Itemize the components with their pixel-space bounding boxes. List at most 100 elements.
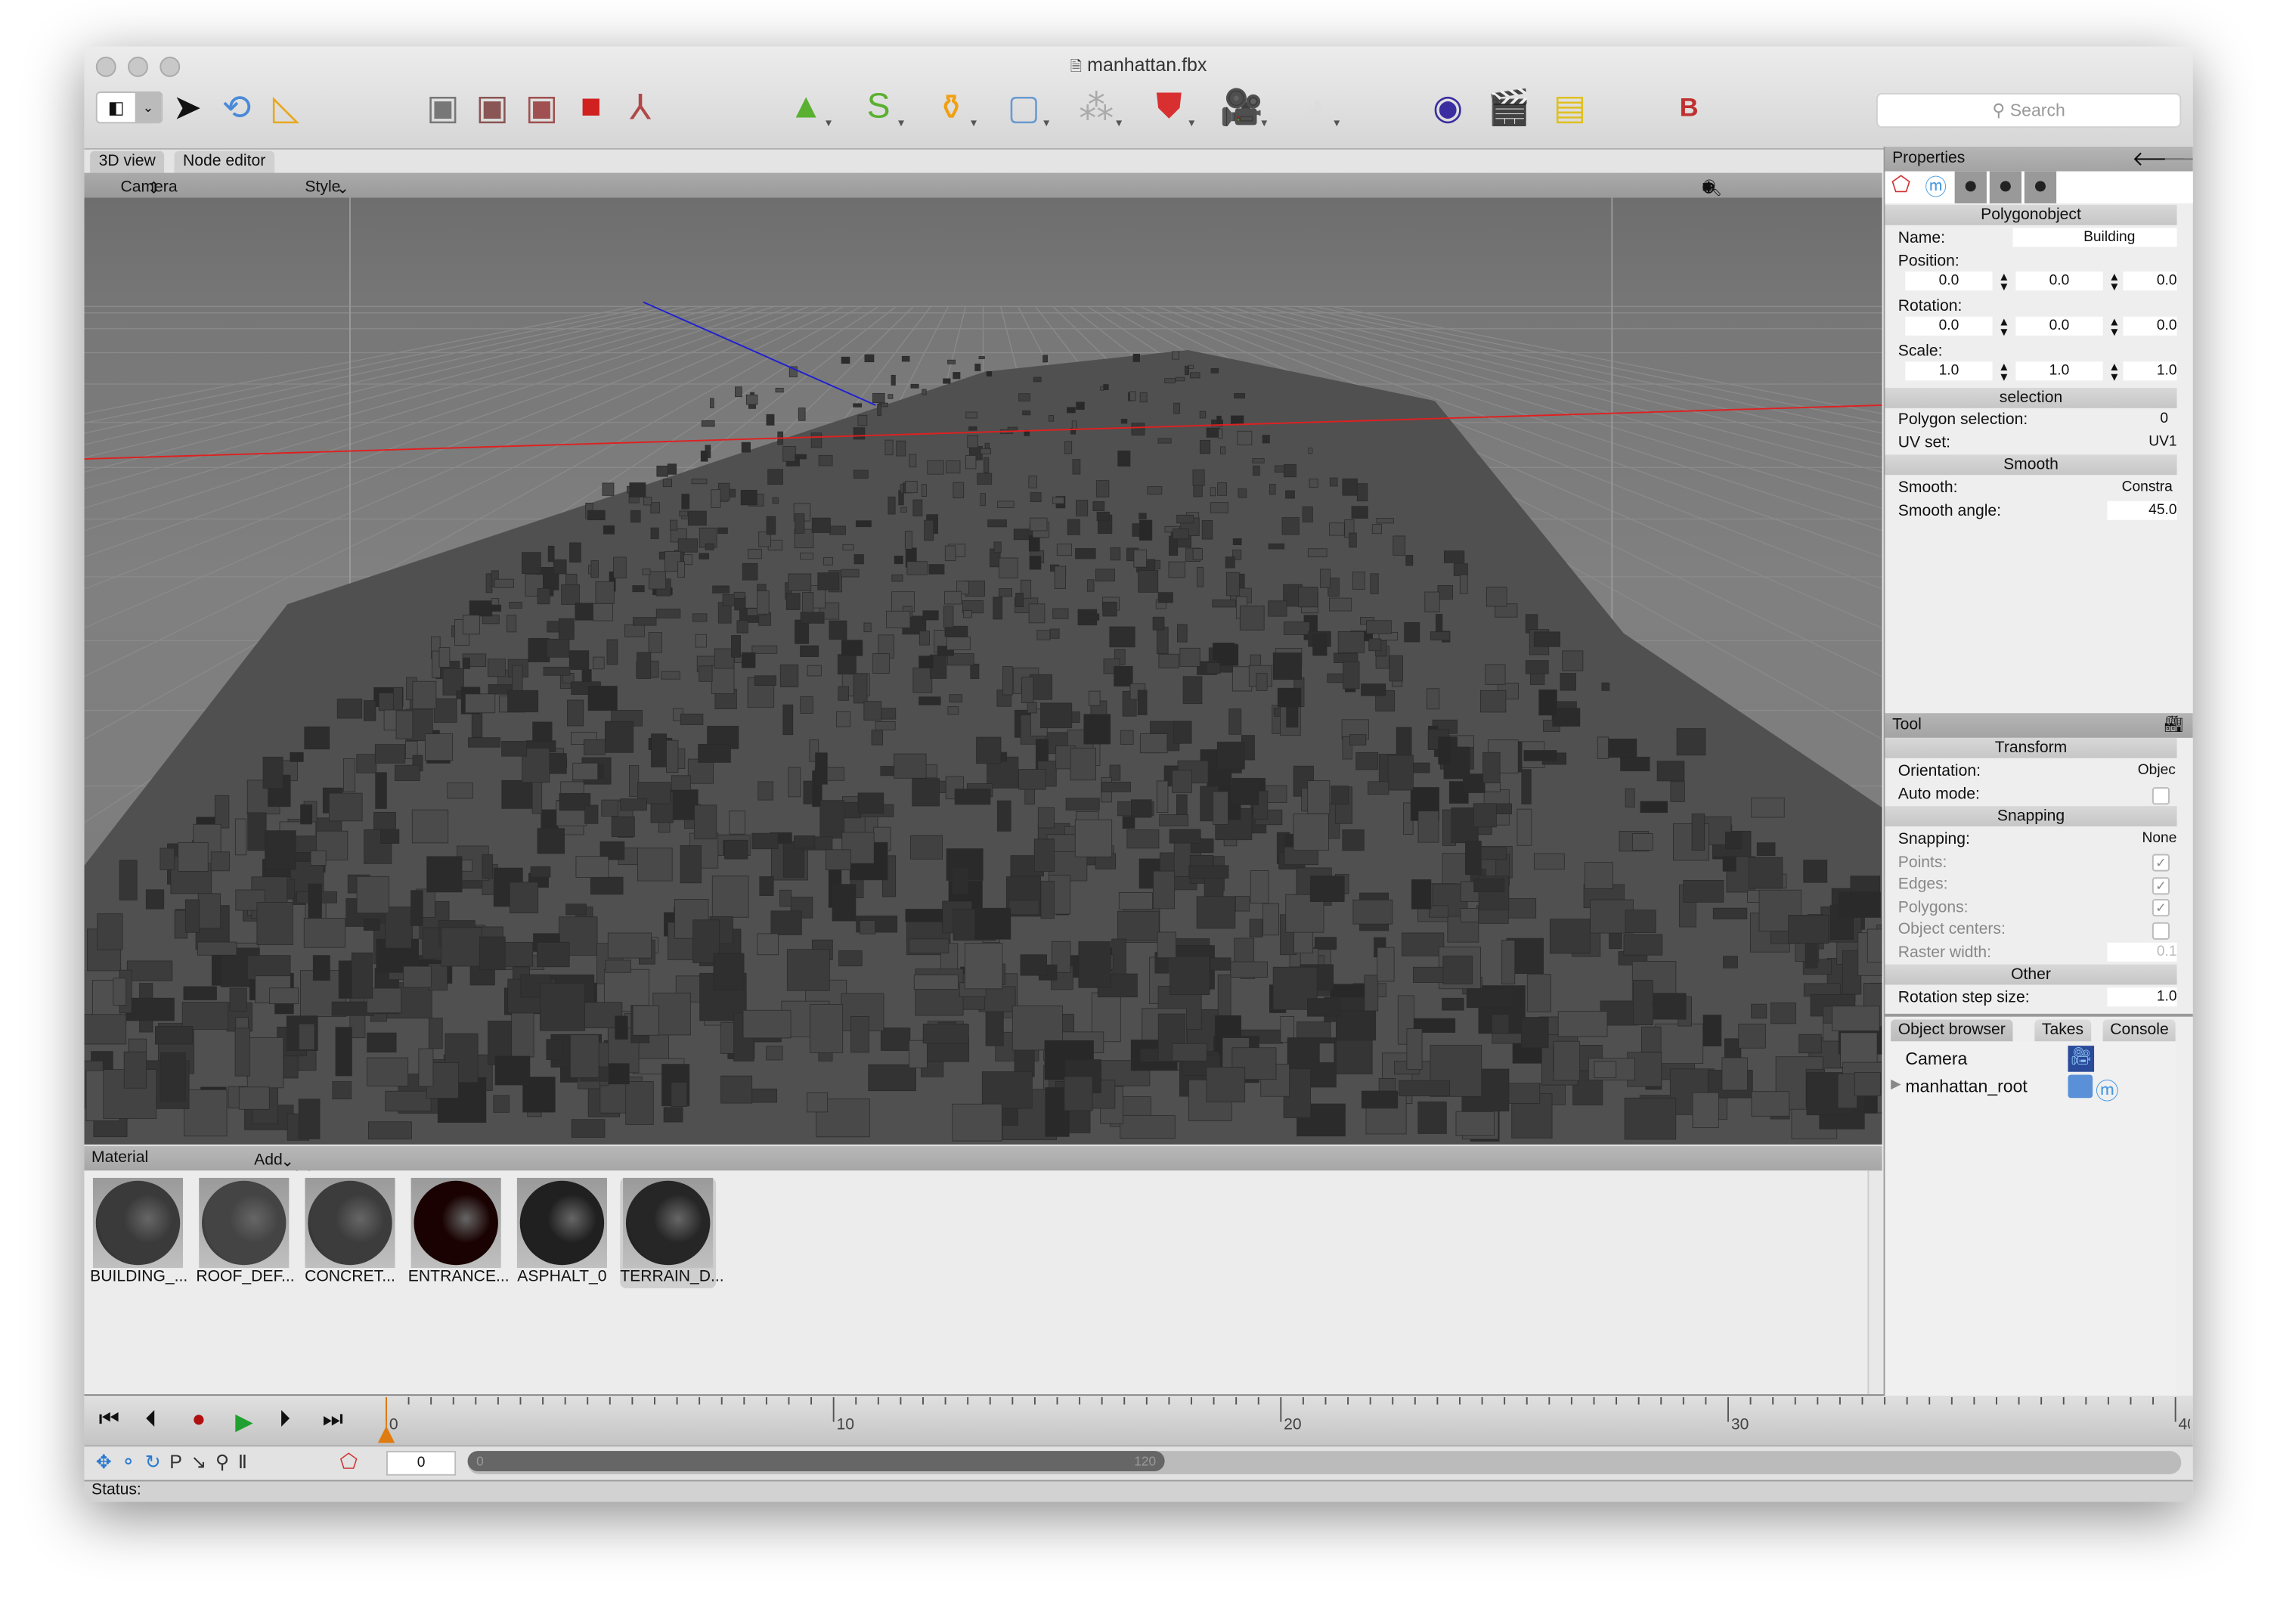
key-scale-icon[interactable]: ⚬ — [120, 1451, 144, 1473]
object-mode-icon[interactable]: ■ — [566, 82, 615, 132]
browser-item-camera[interactable]: Camera — [1905, 1049, 1967, 1069]
tab-takes[interactable]: Takes — [2034, 1019, 2091, 1042]
measure-icon[interactable]: ◺ — [262, 82, 311, 132]
stepper-icon[interactable]: ▲ ▼ — [1998, 361, 2009, 383]
key-point-icon[interactable]: ↘ — [191, 1451, 215, 1473]
browser-item-manhattan-root[interactable]: manhattan_root — [1905, 1076, 2027, 1096]
key-pla-icon[interactable]: ⚲ — [215, 1451, 238, 1473]
tab-node-editor[interactable]: Node editor — [174, 150, 274, 173]
fullscreen-icon[interactable]: ■ — [1702, 178, 1717, 196]
building — [927, 460, 944, 475]
uv-set-value[interactable]: UV1 — [2103, 434, 2176, 450]
go-to-start-icon[interactable]: ⏮ — [99, 1407, 120, 1433]
render-toolbar: ◉ 🎬 ▤ B — [1424, 82, 1714, 134]
position-x-field[interactable]: 0.0 — [1905, 271, 1993, 291]
tab-object-browser[interactable]: Object browser — [1891, 1019, 2013, 1042]
weight-icon[interactable]: B — [1664, 82, 1713, 132]
polygons-checkbox[interactable]: ✓ — [2152, 899, 2170, 917]
tab-console[interactable]: Console — [2102, 1019, 2176, 1042]
camera-select[interactable]: Camera ⇕ — [120, 175, 177, 197]
cloner-icon[interactable]: ⁂ ▼ — [1072, 82, 1124, 132]
transform-icon[interactable]: ⟲ — [212, 82, 261, 132]
frame-range-scrollbar[interactable]: 0 120 — [467, 1451, 2182, 1474]
frame-range-handle[interactable]: 0 120 — [467, 1451, 1165, 1471]
go-to-end-icon[interactable]: ⏭ — [322, 1407, 343, 1433]
rotation-step-field[interactable]: 1.0 — [2107, 987, 2177, 1007]
expand-triangle-icon[interactable]: ▶ — [1891, 1076, 1901, 1092]
play-icon[interactable]: ▶ — [235, 1407, 253, 1436]
material-item[interactable]: TERRAIN_D... — [620, 1177, 724, 1288]
material-tab-3[interactable]: ● — [2024, 171, 2057, 203]
scale-y-field[interactable]: 1.0 — [2015, 361, 2103, 381]
boole-icon[interactable]: ⛊ ▼ — [1145, 82, 1197, 132]
material-tag-tab[interactable]: ⓜ — [1920, 172, 1952, 203]
search-input[interactable]: ⚲ Search — [1876, 92, 2182, 129]
lathe-icon[interactable]: ⚱ ▼ — [927, 82, 979, 132]
forward-arrow-icon[interactable]: 🡒 — [2162, 147, 2192, 172]
axis-icon[interactable]: ⅄ — [616, 82, 665, 132]
edges-checkbox[interactable]: ✓ — [2152, 877, 2170, 895]
scale-x-field[interactable]: 1.0 — [1905, 361, 1993, 381]
material-tab-2[interactable]: ● — [1989, 171, 2022, 203]
name-field[interactable]: Building — [2012, 228, 2177, 247]
building — [629, 765, 640, 797]
stepper-icon[interactable]: ▲ ▼ — [2108, 271, 2120, 293]
rotation-y-field[interactable]: 0.0 — [2015, 316, 2103, 336]
position-z-field[interactable]: 0.0 — [2123, 271, 2177, 291]
key-rotate-icon[interactable]: ↻ — [145, 1451, 169, 1473]
key-levels-icon[interactable]: Ⅱ — [238, 1451, 256, 1473]
stepper-icon[interactable]: ▲ ▼ — [1998, 271, 2009, 293]
render-icon[interactable]: ▤ — [1545, 82, 1594, 132]
key-move-icon[interactable]: ✥ — [96, 1451, 120, 1473]
primitives-icon[interactable]: ▲ ▼ — [781, 82, 833, 132]
material-item[interactable]: ROOF_DEF... — [196, 1177, 295, 1285]
timeline[interactable]: ⏮ ⏴ ● ▶ ⏵ ⏭ 0 10 20 30 40 — [84, 1394, 2193, 1446]
timer-icon[interactable]: 🎬 — [1484, 82, 1533, 132]
material-item[interactable]: BUILDING_... — [90, 1177, 187, 1285]
building — [953, 482, 965, 498]
camera-icon[interactable]: 🎥 ▼ — [1217, 82, 1269, 132]
polygon-object-tab[interactable]: ⬠ — [1885, 172, 1916, 203]
smooth-select[interactable]: Constra — [2103, 479, 2177, 495]
object-centers-checkbox[interactable] — [2152, 922, 2170, 940]
material-item[interactable]: CONCRET... — [302, 1177, 398, 1285]
sculpt-icon[interactable]: ◉ — [1424, 82, 1473, 132]
light-icon[interactable]: ◕ ▼ — [1290, 82, 1342, 132]
style-select[interactable]: Style ⌄ — [305, 175, 349, 197]
snapping-select[interactable]: None — [2103, 831, 2177, 847]
timeline-ruler[interactable]: 0 10 20 30 40 — [375, 1396, 2190, 1445]
current-frame-input[interactable]: 0 — [386, 1451, 457, 1476]
add-material-button[interactable]: Add material ⌄ — [254, 1149, 311, 1186]
material-tab-1[interactable]: ● — [1954, 171, 1987, 203]
stepper-icon[interactable]: ▲ ▼ — [1998, 316, 2009, 338]
record-icon[interactable]: ● — [192, 1407, 206, 1433]
material-item[interactable]: ENTRANCE... — [408, 1177, 510, 1285]
edge-mode-icon[interactable]: ▣ — [468, 82, 517, 132]
position-y-field[interactable]: 0.0 — [2015, 271, 2103, 291]
factory-icon[interactable]: 🏭︎ — [2164, 714, 2184, 733]
orientation-select[interactable]: Objec — [2103, 763, 2177, 779]
key-param-icon[interactable]: P — [169, 1451, 191, 1473]
material-tag-icon[interactable]: ⓜ — [2096, 1072, 2119, 1107]
point-mode-icon[interactable]: ▣ — [418, 82, 467, 132]
material-item[interactable]: ASPHALT_0 — [514, 1177, 610, 1285]
select-arrow-icon[interactable]: ➤ — [163, 82, 212, 132]
polygon-mode-icon[interactable]: ▣ — [517, 82, 566, 132]
smooth-angle-field[interactable]: 45.0 — [2107, 501, 2177, 520]
scale-z-field[interactable]: 1.0 — [2123, 361, 2177, 381]
building — [1417, 810, 1439, 843]
stepper-icon[interactable]: ▲ ▼ — [2108, 361, 2120, 383]
raster-width-field[interactable]: 0.1 — [2107, 942, 2177, 962]
view-layout-button[interactable]: ◧ ⌄ — [95, 91, 163, 124]
rotation-x-field[interactable]: 0.0 — [1905, 316, 1993, 336]
stepper-icon[interactable]: ▲ ▼ — [2108, 316, 2120, 338]
3d-viewport[interactable] — [84, 197, 1882, 1145]
previous-frame-icon[interactable]: ⏴ — [145, 1407, 156, 1433]
tab-3d-view[interactable]: 3D view — [90, 150, 165, 173]
auto-mode-checkbox[interactable] — [2152, 787, 2170, 805]
points-checkbox[interactable]: ✓ — [2152, 854, 2170, 872]
rotation-z-field[interactable]: 0.0 — [2123, 316, 2177, 336]
deformer-icon[interactable]: ▢ ▼ — [999, 82, 1052, 132]
next-frame-icon[interactable]: ⏵ — [279, 1407, 290, 1433]
spline-icon[interactable]: S ▼ — [854, 82, 906, 132]
